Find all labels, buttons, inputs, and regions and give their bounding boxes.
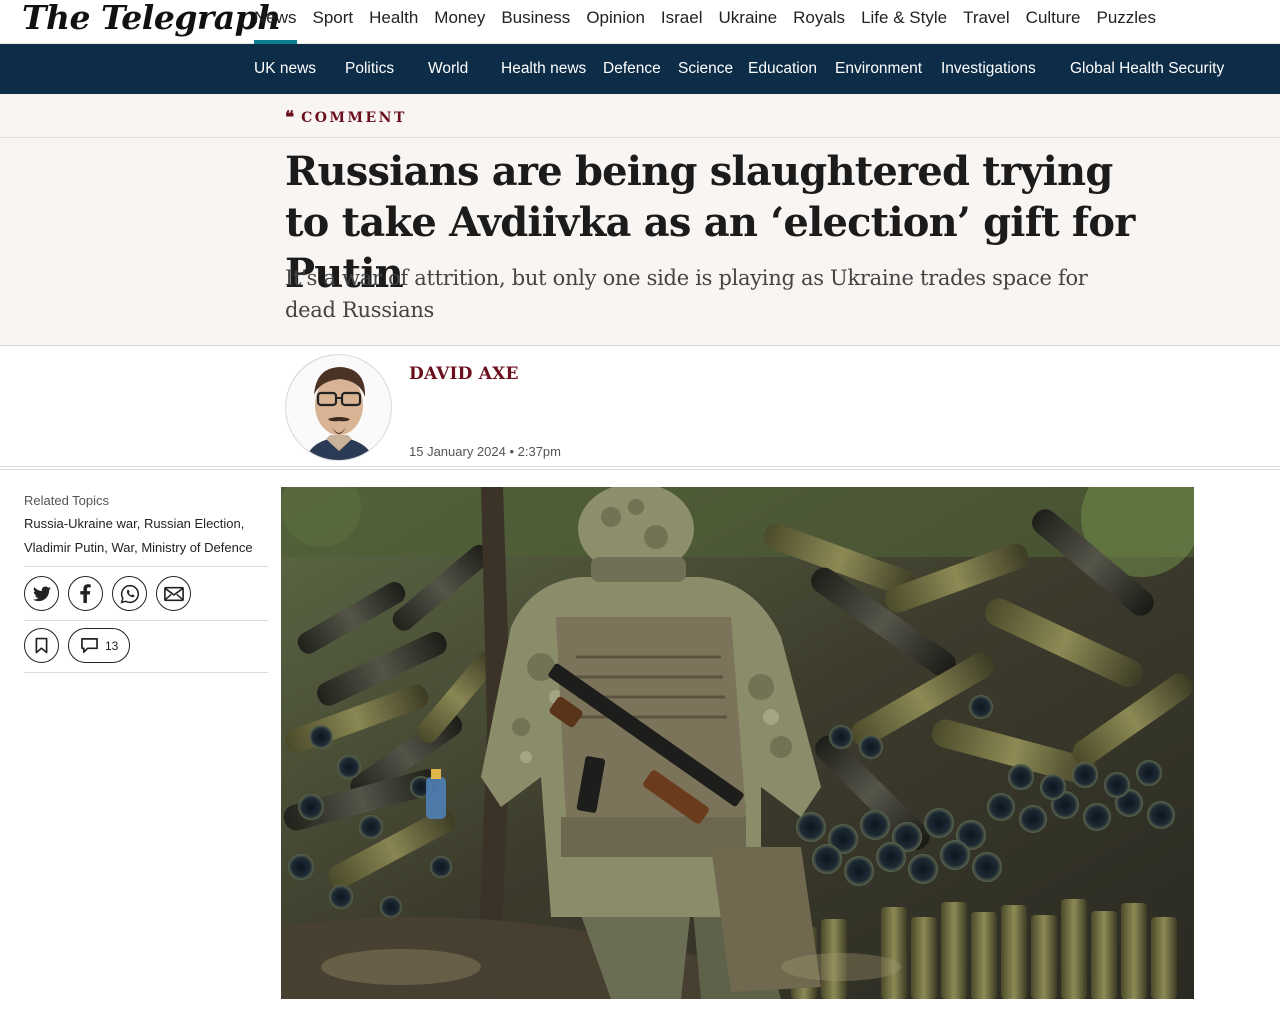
article-standfirst: It's a war of attrition, but only one si…	[285, 266, 1088, 322]
kicker-row: ❝ COMMENT	[0, 94, 1280, 138]
subnav-item-politics[interactable]: Politics	[345, 44, 394, 94]
subnav-item-health-news[interactable]: Health news	[501, 44, 586, 94]
topic-link-vladimir-putin[interactable]: Vladimir Putin	[24, 540, 104, 555]
nav-item-life-style[interactable]: Life & Style	[853, 0, 955, 44]
comments-button[interactable]: 13	[68, 628, 131, 663]
share-buttons	[24, 576, 191, 611]
nav-item-business[interactable]: Business	[493, 0, 578, 44]
byline: DAVID AXE 15 January 2024 • 2:37pm	[0, 346, 1280, 470]
related-topics-list: Russia-Ukraine war, Russian Election, Vl…	[24, 516, 253, 555]
nav-item-culture[interactable]: Culture	[1018, 0, 1089, 44]
subnav-item-defence[interactable]: Defence	[603, 44, 661, 94]
topic-link-russia-ukraine-war[interactable]: Russia-Ukraine war	[24, 516, 137, 531]
save-article-button[interactable]	[24, 628, 59, 663]
main-nav: News Sport Health Money Business Opinion…	[246, 0, 1164, 44]
sidebar-divider	[24, 566, 268, 567]
nav-item-sport[interactable]: Sport	[305, 0, 362, 44]
twitter-share-button[interactable]	[24, 576, 59, 611]
article-header: ❝ COMMENT Russians are being slaughtered…	[0, 94, 1280, 346]
facebook-share-button[interactable]	[68, 576, 103, 611]
topic-link-ministry-of-defence[interactable]: Ministry of Defence	[141, 540, 252, 555]
sidebar-divider	[24, 672, 268, 673]
whatsapp-share-button[interactable]	[112, 576, 147, 611]
top-navigation: The Telegraph News Sport Health Money Bu…	[0, 0, 1280, 44]
email-share-button[interactable]	[156, 576, 191, 611]
subnav-item-investigations[interactable]: Investigations	[941, 44, 1036, 94]
subnav-item-education[interactable]: Education	[748, 44, 817, 94]
soldier-shell-casings-photo	[281, 487, 1194, 999]
nav-item-travel[interactable]: Travel	[955, 0, 1018, 44]
comment-icon	[81, 638, 98, 653]
subnav-item-science[interactable]: Science	[678, 44, 733, 94]
nav-item-health[interactable]: Health	[361, 0, 426, 44]
section-subnav: UK news Politics World Health news Defen…	[0, 44, 1280, 94]
nav-item-puzzles[interactable]: Puzzles	[1088, 0, 1164, 44]
site-logo[interactable]: The Telegraph	[22, 0, 281, 38]
subnav-item-uk-news[interactable]: UK news	[254, 44, 316, 94]
comment-kicker[interactable]: ❝ COMMENT	[285, 108, 407, 128]
article-hero-image	[281, 487, 1194, 999]
nav-item-money[interactable]: Money	[426, 0, 493, 44]
publish-date: 15 January 2024 • 2:37pm	[409, 444, 561, 459]
twitter-icon	[32, 586, 51, 601]
author-avatar[interactable]	[285, 354, 392, 461]
nav-item-israel[interactable]: Israel	[653, 0, 711, 44]
nav-item-royals[interactable]: Royals	[785, 0, 853, 44]
subnav-item-global-health-security[interactable]: Global Health Security	[1070, 44, 1224, 94]
subnav-item-environment[interactable]: Environment	[835, 44, 922, 94]
topic-link-russian-election[interactable]: Russian Election	[144, 516, 241, 531]
quote-icon: ❝	[285, 108, 295, 128]
email-icon	[163, 586, 184, 601]
article-actions: 13	[24, 628, 131, 663]
nav-item-opinion[interactable]: Opinion	[578, 0, 653, 44]
nav-item-ukraine[interactable]: Ukraine	[711, 0, 786, 44]
kicker-label: COMMENT	[301, 110, 407, 126]
bookmark-icon	[35, 637, 48, 654]
whatsapp-icon	[120, 584, 139, 603]
nav-item-news[interactable]: News	[246, 0, 305, 44]
related-topics-label: Related Topics	[24, 493, 110, 508]
comments-count: 13	[105, 638, 119, 653]
topic-link-war[interactable]: War	[111, 540, 134, 555]
facebook-icon	[80, 584, 91, 603]
author-name-link[interactable]: DAVID AXE	[409, 364, 519, 384]
sidebar-divider	[24, 620, 268, 621]
subnav-item-world[interactable]: World	[428, 44, 468, 94]
